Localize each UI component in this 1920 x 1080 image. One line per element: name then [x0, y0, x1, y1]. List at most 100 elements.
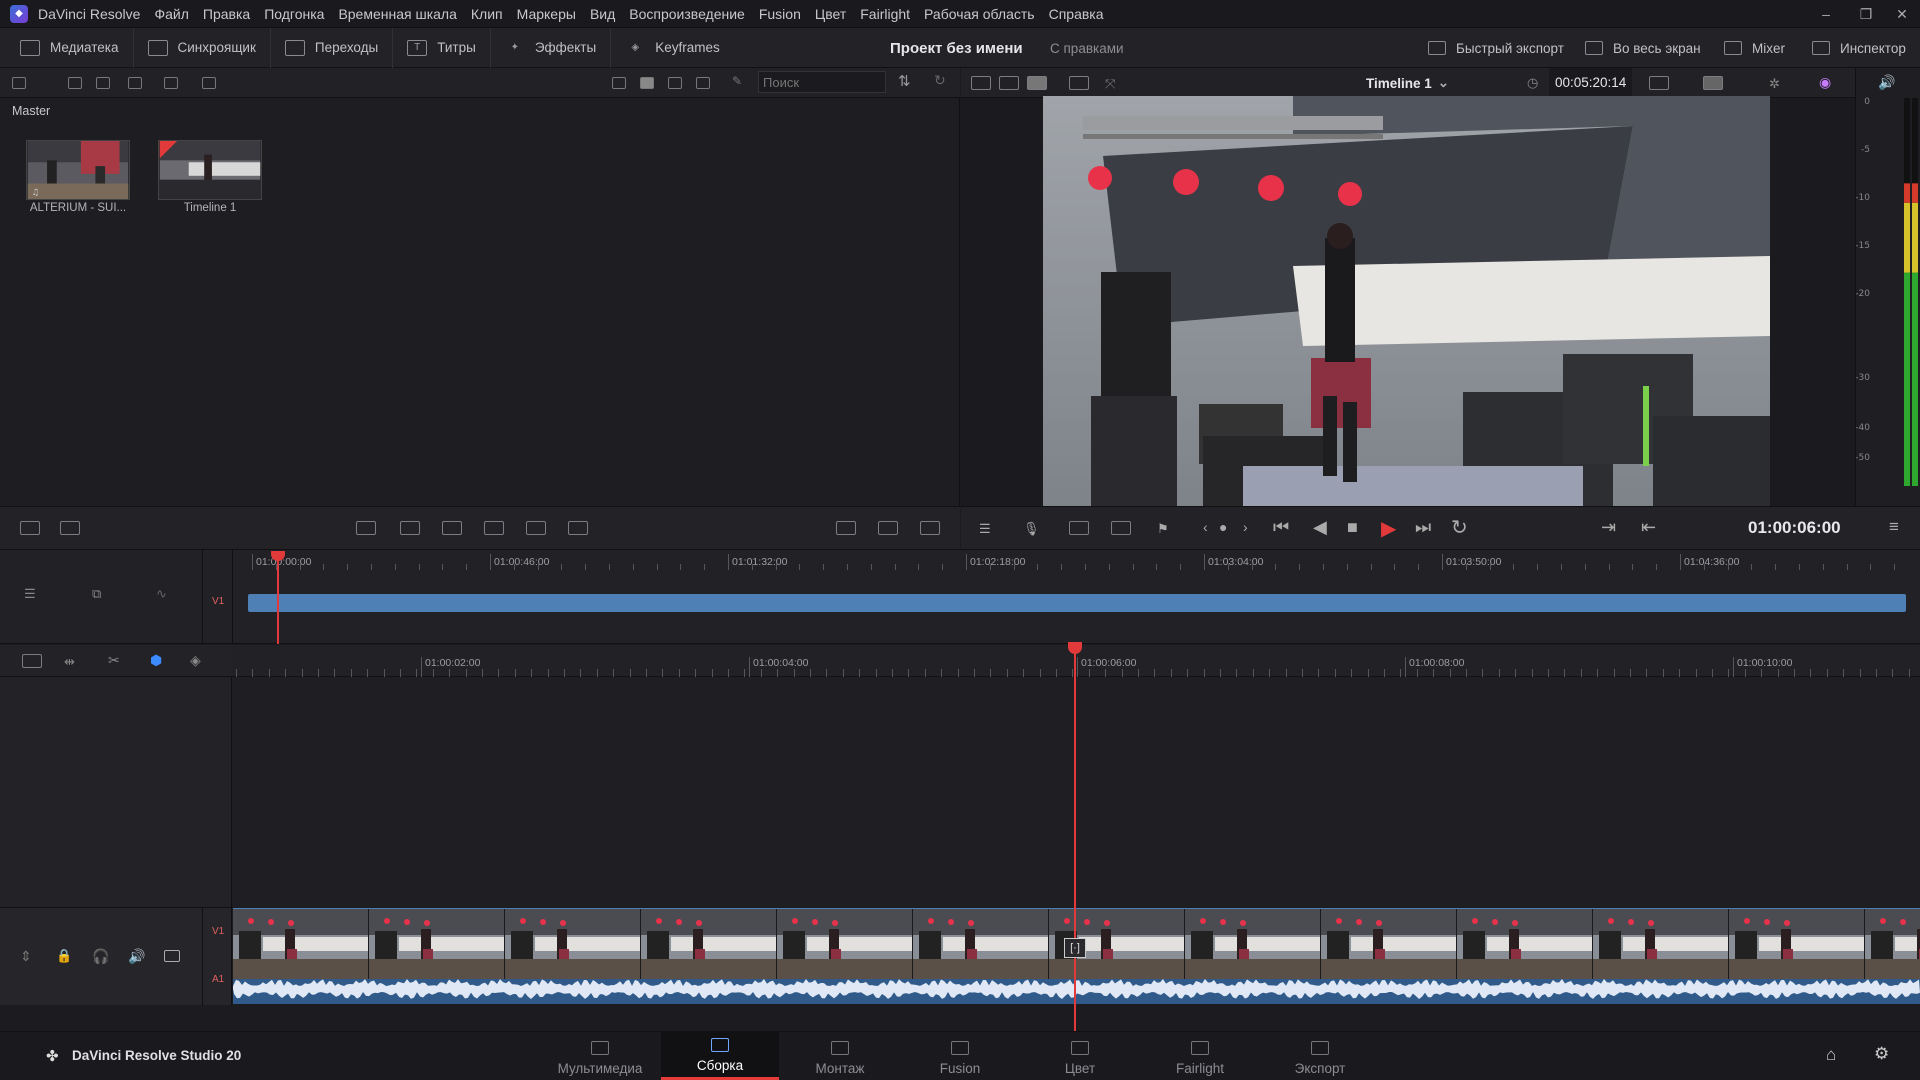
mark-out-icon[interactable]: ⇤: [1641, 517, 1656, 538]
fullscreen-button[interactable]: Во весь экран: [1585, 28, 1701, 68]
menu-fairlight[interactable]: Fairlight: [860, 6, 910, 22]
source-viewer-icon[interactable]: [971, 76, 991, 90]
clip-thumbnail[interactable]: ♫: [26, 140, 130, 200]
jog-dot-icon[interactable]: ●: [1219, 519, 1227, 535]
tab-cut[interactable]: Сборка: [661, 1031, 779, 1080]
edit-mode-icon[interactable]: [20, 521, 40, 535]
ripple-overwrite-icon[interactable]: [442, 521, 462, 535]
tab-fusion[interactable]: Fusion: [901, 1031, 1019, 1080]
split-icon[interactable]: [836, 521, 856, 535]
microphone-icon[interactable]: 🎙: [1023, 521, 1043, 536]
stop-icon[interactable]: ■: [1347, 517, 1358, 538]
prev-chevron-icon[interactable]: ‹: [1203, 519, 1208, 535]
safe-area-icon[interactable]: [999, 76, 1019, 90]
image-icon[interactable]: [878, 521, 898, 535]
bin-label[interactable]: Master: [12, 104, 50, 118]
smart-insert-icon[interactable]: [356, 521, 376, 535]
eyedropper-icon[interactable]: ✎: [732, 74, 746, 88]
track-align-icon[interactable]: ⧉: [92, 586, 112, 601]
monitor-icon[interactable]: [164, 950, 180, 962]
filmstrip-view-icon[interactable]: [668, 77, 682, 89]
volume-icon[interactable]: 🔊: [128, 948, 145, 965]
menu-view[interactable]: Вид: [590, 6, 615, 22]
minimize-button[interactable]: –: [1808, 0, 1844, 28]
titles-button[interactable]: T Титры: [393, 27, 491, 68]
waveform-icon[interactable]: [920, 521, 940, 535]
speaker-icon[interactable]: 🔊: [1878, 74, 1895, 91]
place-on-top-icon[interactable]: [526, 521, 546, 535]
snapshot-icon[interactable]: [22, 654, 42, 668]
source-overwrite-icon[interactable]: [568, 521, 588, 535]
tab-color[interactable]: Цвет: [1021, 1031, 1139, 1080]
menu-fusion[interactable]: Fusion: [759, 6, 801, 22]
mark-in-icon[interactable]: ⇥: [1601, 517, 1616, 538]
cloud-icon[interactable]: [128, 77, 142, 89]
menu-timeline[interactable]: Временная шкала: [338, 6, 456, 22]
import-icon[interactable]: [96, 77, 110, 89]
sync-bin-button[interactable]: Синхроящик: [134, 27, 271, 68]
zoom-diamond-icon[interactable]: ◈: [190, 652, 210, 668]
lower-playhead[interactable]: [1074, 650, 1076, 1032]
menu-edit[interactable]: Правка: [203, 6, 250, 22]
go-to-end-icon[interactable]: ⏭: [1415, 517, 1431, 538]
tab-fairlight[interactable]: Fairlight: [1141, 1031, 1259, 1080]
play-icon[interactable]: ▶: [1381, 516, 1396, 541]
trim-mode-icon[interactable]: [60, 521, 80, 535]
split-clip-icon[interactable]: ⇹: [64, 654, 84, 669]
sort-icon[interactable]: ⇅: [898, 72, 912, 90]
menu-color[interactable]: Цвет: [815, 6, 846, 22]
tab-deliver[interactable]: Экспорт: [1261, 1031, 1379, 1080]
inspector-button[interactable]: Инспектор: [1812, 28, 1906, 68]
settings-sliders-icon[interactable]: ☰: [979, 521, 999, 536]
flag-icon[interactable]: ⚑: [1157, 521, 1177, 536]
hamburger-menu-icon[interactable]: ≡: [1889, 517, 1899, 537]
refresh-icon[interactable]: ↻: [934, 72, 948, 88]
metadata-view-icon[interactable]: [612, 77, 626, 89]
menu-playback[interactable]: Воспроизведение: [629, 6, 745, 22]
color-wheel-icon[interactable]: ◉: [1819, 74, 1831, 91]
loop-icon[interactable]: ↻: [1451, 515, 1468, 540]
viewer-mode-icon[interactable]: [1703, 76, 1723, 90]
media-pool-button[interactable]: Медиатека: [0, 27, 134, 68]
filmstrip-icon[interactable]: [1027, 76, 1047, 90]
go-to-start-icon[interactable]: ⏮: [1273, 517, 1289, 538]
upper-playhead[interactable]: [277, 556, 279, 644]
fx2-icon[interactable]: [1111, 521, 1131, 535]
pointer-icon[interactable]: ✲: [1769, 76, 1789, 91]
link-icon[interactable]: [202, 77, 216, 89]
marker-icon[interactable]: ⬢: [150, 652, 170, 668]
search-input[interactable]: [758, 71, 886, 93]
next-chevron-icon[interactable]: ›: [1243, 519, 1248, 535]
viewer-timecode[interactable]: 01:00:06:00: [1748, 518, 1841, 538]
menu-workspace[interactable]: Рабочая область: [924, 6, 1035, 22]
menu-markers[interactable]: Маркеры: [517, 6, 576, 22]
viewer-frame[interactable]: [1043, 96, 1770, 506]
tab-media[interactable]: Мультимедиа: [541, 1031, 659, 1080]
fx-icon[interactable]: [1069, 521, 1089, 535]
play-reverse-icon[interactable]: ◀: [1313, 517, 1327, 538]
menu-clip[interactable]: Клип: [471, 6, 503, 22]
new-bin-icon[interactable]: [68, 77, 82, 89]
menu-file[interactable]: Файл: [154, 6, 188, 22]
duration-timecode[interactable]: 00:05:20:14: [1549, 68, 1633, 98]
restore-button[interactable]: ❐: [1848, 0, 1884, 28]
lock-icon[interactable]: 🔒: [56, 948, 72, 964]
timeline-thumbnail[interactable]: [158, 140, 262, 200]
append-icon[interactable]: [400, 521, 420, 535]
transform-icon[interactable]: ⤧: [1105, 76, 1125, 91]
menu-trim[interactable]: Подгонка: [264, 6, 324, 22]
tab-edit[interactable]: Монтаж: [781, 1031, 899, 1080]
grid-icon[interactable]: [1069, 76, 1089, 90]
zoom-icon[interactable]: [1649, 76, 1669, 90]
timeline-selector[interactable]: Timeline 1 ⌄: [1366, 68, 1449, 98]
keyframes-button[interactable]: ◈ Keyframes: [611, 28, 734, 68]
scissors-icon[interactable]: ✂: [108, 652, 128, 668]
headphones-icon[interactable]: 🎧: [92, 948, 109, 965]
quick-export-button[interactable]: Быстрый экспорт: [1428, 28, 1564, 68]
effects-button[interactable]: ✦ Эффекты: [491, 27, 612, 68]
track-list-icon[interactable]: ☰: [24, 586, 44, 601]
home-icon[interactable]: ⌂: [1826, 1045, 1836, 1065]
mixer-button[interactable]: Mixer: [1724, 28, 1785, 68]
track-height-icon[interactable]: ⇕: [20, 948, 32, 965]
relink-icon[interactable]: [164, 77, 178, 89]
